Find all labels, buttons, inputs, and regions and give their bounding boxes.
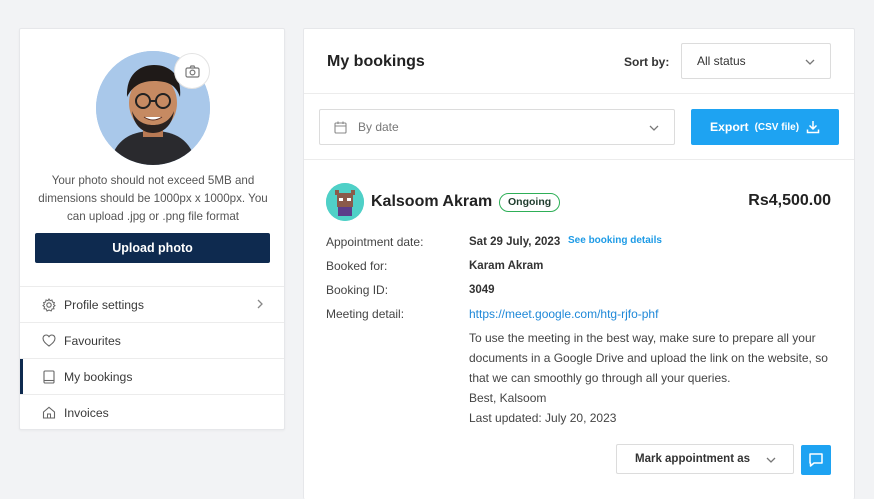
menu-item-my-bookings[interactable]: My bookings — [20, 358, 284, 395]
booked-for-label: Booked for: — [326, 259, 388, 273]
booking-price: Rs4,500.00 — [748, 192, 831, 209]
profile-menu: Profile settings Favourites My bookings … — [20, 286, 284, 430]
meeting-sign-off: Best, Kalsoom — [469, 391, 547, 405]
change-photo-button[interactable] — [174, 53, 210, 89]
chevron-right-icon — [257, 299, 263, 309]
profile-card: Your photo should not exceed 5MB and dim… — [19, 28, 285, 430]
header-divider — [304, 93, 854, 94]
export-sub-label: (CSV file) — [754, 121, 800, 133]
status-filter-select[interactable]: All status — [681, 43, 831, 79]
download-icon — [806, 120, 820, 134]
menu-label: Invoices — [64, 405, 109, 420]
chevron-down-icon — [766, 457, 776, 463]
chevron-down-icon — [805, 59, 815, 65]
menu-label: Profile settings — [64, 297, 144, 312]
profile-avatar-wrap — [96, 51, 210, 165]
sort-label: Sort by: — [624, 55, 670, 69]
date-select-placeholder: By date — [358, 120, 399, 134]
see-booking-details-link[interactable]: See booking details — [568, 235, 662, 246]
status-select-value: All status — [697, 54, 746, 68]
appointment-date-value: Sat 29 July, 2023 — [469, 236, 561, 248]
date-filter-select[interactable]: By date — [319, 109, 675, 145]
filter-divider — [304, 159, 854, 160]
menu-item-profile-settings[interactable]: Profile settings — [20, 286, 284, 322]
meeting-detail-label: Meeting detail: — [326, 307, 405, 321]
photo-requirements-note: Your photo should not exceed 5MB and dim… — [38, 174, 268, 223]
meeting-link[interactable]: https://meet.google.com/htg-rjfo-phf — [469, 307, 658, 321]
booker-name: Kalsoom Akram — [371, 193, 493, 210]
page-title: My bookings — [327, 53, 425, 70]
chat-icon — [809, 453, 823, 467]
last-updated: Last updated: July 20, 2023 — [469, 411, 617, 425]
camera-icon — [184, 64, 200, 78]
menu-label: My bookings — [64, 369, 133, 384]
booker-avatar — [326, 183, 364, 221]
booking-id-value: 3049 — [469, 284, 495, 296]
heart-icon — [42, 334, 56, 348]
chevron-down-icon — [649, 125, 659, 131]
home-icon — [42, 406, 56, 420]
export-csv-button[interactable]: Export (CSV file) — [691, 109, 839, 145]
export-label: Export — [709, 120, 749, 134]
meeting-description: To use the meeting in the best way, make… — [469, 328, 829, 428]
meeting-instructions: To use the meeting in the best way, make… — [469, 331, 828, 385]
upload-photo-button[interactable]: Upload photo — [35, 233, 270, 263]
gear-icon — [42, 297, 56, 312]
menu-item-favourites[interactable]: Favourites — [20, 322, 284, 358]
status-badge: Ongoing — [499, 193, 561, 212]
booked-for-value: Karam Akram — [469, 260, 544, 272]
menu-label: Favourites — [64, 333, 121, 348]
mark-appointment-label: Mark appointment as — [635, 453, 751, 465]
booking-id-label: Booking ID: — [326, 283, 389, 297]
calendar-icon — [334, 121, 347, 134]
mark-appointment-dropdown[interactable]: Mark appointment as — [616, 444, 794, 474]
bookings-panel: My bookings Sort by: All status By date … — [303, 28, 855, 499]
appointment-date-label: Appointment date: — [326, 235, 424, 249]
book-icon — [42, 369, 56, 384]
chat-button[interactable] — [801, 445, 831, 475]
menu-item-invoices[interactable]: Invoices — [20, 394, 284, 430]
